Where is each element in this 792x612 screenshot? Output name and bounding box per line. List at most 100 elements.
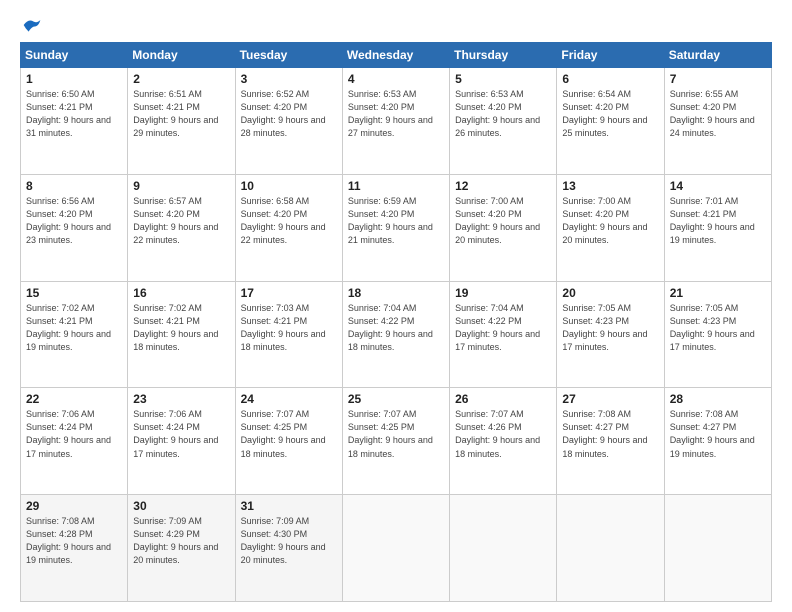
calendar-cell: 19 Sunrise: 7:04 AMSunset: 4:22 PMDaylig… [450,281,557,388]
calendar-cell [664,495,771,602]
day-info: Sunrise: 7:08 AMSunset: 4:27 PMDaylight:… [562,409,647,458]
calendar-cell: 9 Sunrise: 6:57 AMSunset: 4:20 PMDayligh… [128,174,235,281]
day-info: Sunrise: 7:00 AMSunset: 4:20 PMDaylight:… [562,196,647,245]
day-number: 8 [26,179,122,193]
calendar-page: SundayMondayTuesdayWednesdayThursdayFrid… [0,0,792,612]
weekday-header-wednesday: Wednesday [342,43,449,68]
day-number: 22 [26,392,122,406]
day-info: Sunrise: 7:09 AMSunset: 4:30 PMDaylight:… [241,516,326,565]
calendar-cell: 23 Sunrise: 7:06 AMSunset: 4:24 PMDaylig… [128,388,235,495]
day-info: Sunrise: 7:03 AMSunset: 4:21 PMDaylight:… [241,303,326,352]
day-info: Sunrise: 7:04 AMSunset: 4:22 PMDaylight:… [455,303,540,352]
day-number: 4 [348,72,444,86]
day-number: 11 [348,179,444,193]
calendar-cell [342,495,449,602]
day-info: Sunrise: 7:05 AMSunset: 4:23 PMDaylight:… [562,303,647,352]
day-number: 7 [670,72,766,86]
header [20,16,772,34]
calendar-cell: 4 Sunrise: 6:53 AMSunset: 4:20 PMDayligh… [342,68,449,175]
weekday-header-thursday: Thursday [450,43,557,68]
calendar-cell: 18 Sunrise: 7:04 AMSunset: 4:22 PMDaylig… [342,281,449,388]
day-number: 5 [455,72,551,86]
calendar-cell: 15 Sunrise: 7:02 AMSunset: 4:21 PMDaylig… [21,281,128,388]
day-number: 19 [455,286,551,300]
weekday-header-sunday: Sunday [21,43,128,68]
logo [20,16,42,34]
week-row-2: 8 Sunrise: 6:56 AMSunset: 4:20 PMDayligh… [21,174,772,281]
calendar-cell: 11 Sunrise: 6:59 AMSunset: 4:20 PMDaylig… [342,174,449,281]
day-info: Sunrise: 6:57 AMSunset: 4:20 PMDaylight:… [133,196,218,245]
day-number: 20 [562,286,658,300]
weekday-header-saturday: Saturday [664,43,771,68]
calendar-cell [450,495,557,602]
day-info: Sunrise: 6:50 AMSunset: 4:21 PMDaylight:… [26,89,111,138]
calendar-cell: 12 Sunrise: 7:00 AMSunset: 4:20 PMDaylig… [450,174,557,281]
day-info: Sunrise: 7:07 AMSunset: 4:26 PMDaylight:… [455,409,540,458]
calendar-cell [557,495,664,602]
calendar-cell: 13 Sunrise: 7:00 AMSunset: 4:20 PMDaylig… [557,174,664,281]
day-number: 16 [133,286,229,300]
day-info: Sunrise: 7:01 AMSunset: 4:21 PMDaylight:… [670,196,755,245]
day-info: Sunrise: 6:52 AMSunset: 4:20 PMDaylight:… [241,89,326,138]
calendar-cell: 21 Sunrise: 7:05 AMSunset: 4:23 PMDaylig… [664,281,771,388]
day-number: 27 [562,392,658,406]
day-number: 29 [26,499,122,513]
day-number: 24 [241,392,337,406]
day-info: Sunrise: 7:00 AMSunset: 4:20 PMDaylight:… [455,196,540,245]
week-row-3: 15 Sunrise: 7:02 AMSunset: 4:21 PMDaylig… [21,281,772,388]
week-row-4: 22 Sunrise: 7:06 AMSunset: 4:24 PMDaylig… [21,388,772,495]
day-info: Sunrise: 7:04 AMSunset: 4:22 PMDaylight:… [348,303,433,352]
day-number: 12 [455,179,551,193]
day-info: Sunrise: 7:08 AMSunset: 4:28 PMDaylight:… [26,516,111,565]
day-info: Sunrise: 6:51 AMSunset: 4:21 PMDaylight:… [133,89,218,138]
day-info: Sunrise: 6:55 AMSunset: 4:20 PMDaylight:… [670,89,755,138]
day-info: Sunrise: 7:02 AMSunset: 4:21 PMDaylight:… [26,303,111,352]
calendar-cell: 31 Sunrise: 7:09 AMSunset: 4:30 PMDaylig… [235,495,342,602]
calendar-cell: 26 Sunrise: 7:07 AMSunset: 4:26 PMDaylig… [450,388,557,495]
day-info: Sunrise: 6:59 AMSunset: 4:20 PMDaylight:… [348,196,433,245]
calendar-cell: 3 Sunrise: 6:52 AMSunset: 4:20 PMDayligh… [235,68,342,175]
calendar-cell: 2 Sunrise: 6:51 AMSunset: 4:21 PMDayligh… [128,68,235,175]
day-info: Sunrise: 7:05 AMSunset: 4:23 PMDaylight:… [670,303,755,352]
calendar-cell: 25 Sunrise: 7:07 AMSunset: 4:25 PMDaylig… [342,388,449,495]
day-info: Sunrise: 7:09 AMSunset: 4:29 PMDaylight:… [133,516,218,565]
calendar-cell: 6 Sunrise: 6:54 AMSunset: 4:20 PMDayligh… [557,68,664,175]
day-info: Sunrise: 6:56 AMSunset: 4:20 PMDaylight:… [26,196,111,245]
weekday-header-friday: Friday [557,43,664,68]
week-row-5: 29 Sunrise: 7:08 AMSunset: 4:28 PMDaylig… [21,495,772,602]
calendar-cell: 5 Sunrise: 6:53 AMSunset: 4:20 PMDayligh… [450,68,557,175]
weekday-header-monday: Monday [128,43,235,68]
day-number: 17 [241,286,337,300]
day-number: 15 [26,286,122,300]
calendar-cell: 17 Sunrise: 7:03 AMSunset: 4:21 PMDaylig… [235,281,342,388]
day-info: Sunrise: 7:07 AMSunset: 4:25 PMDaylight:… [241,409,326,458]
day-number: 25 [348,392,444,406]
day-number: 31 [241,499,337,513]
weekday-header-tuesday: Tuesday [235,43,342,68]
logo-bird-icon [22,16,42,34]
calendar-cell: 20 Sunrise: 7:05 AMSunset: 4:23 PMDaylig… [557,281,664,388]
day-number: 26 [455,392,551,406]
day-number: 2 [133,72,229,86]
day-number: 1 [26,72,122,86]
calendar-cell: 27 Sunrise: 7:08 AMSunset: 4:27 PMDaylig… [557,388,664,495]
calendar-table: SundayMondayTuesdayWednesdayThursdayFrid… [20,42,772,602]
calendar-cell: 14 Sunrise: 7:01 AMSunset: 4:21 PMDaylig… [664,174,771,281]
day-info: Sunrise: 7:06 AMSunset: 4:24 PMDaylight:… [26,409,111,458]
day-info: Sunrise: 6:58 AMSunset: 4:20 PMDaylight:… [241,196,326,245]
calendar-cell: 8 Sunrise: 6:56 AMSunset: 4:20 PMDayligh… [21,174,128,281]
day-number: 14 [670,179,766,193]
calendar-cell: 10 Sunrise: 6:58 AMSunset: 4:20 PMDaylig… [235,174,342,281]
calendar-cell: 1 Sunrise: 6:50 AMSunset: 4:21 PMDayligh… [21,68,128,175]
day-info: Sunrise: 6:53 AMSunset: 4:20 PMDaylight:… [455,89,540,138]
day-number: 9 [133,179,229,193]
calendar-cell: 24 Sunrise: 7:07 AMSunset: 4:25 PMDaylig… [235,388,342,495]
day-number: 13 [562,179,658,193]
calendar-cell: 7 Sunrise: 6:55 AMSunset: 4:20 PMDayligh… [664,68,771,175]
day-number: 18 [348,286,444,300]
day-number: 30 [133,499,229,513]
calendar-cell: 28 Sunrise: 7:08 AMSunset: 4:27 PMDaylig… [664,388,771,495]
day-number: 23 [133,392,229,406]
day-number: 10 [241,179,337,193]
calendar-cell: 22 Sunrise: 7:06 AMSunset: 4:24 PMDaylig… [21,388,128,495]
